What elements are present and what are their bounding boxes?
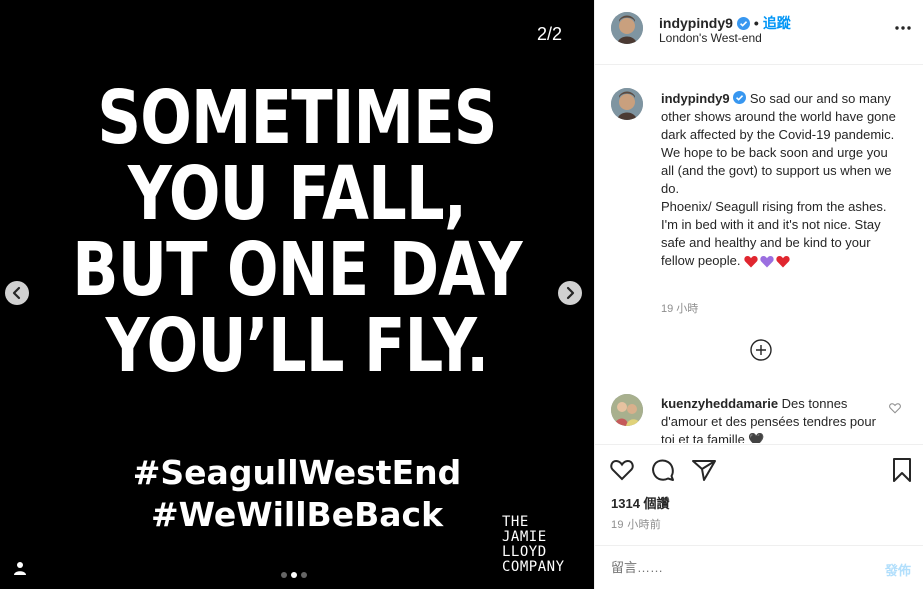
slogan-line: SOMETIMES	[97, 75, 497, 161]
logo-line: LLOYD	[502, 544, 547, 560]
red-heart-icon	[744, 256, 758, 268]
follow-button[interactable]: 追蹤	[763, 13, 791, 33]
location-link[interactable]: London's West-end	[659, 31, 762, 45]
comment-username[interactable]: kuenzyheddamarie	[661, 396, 778, 411]
comment-input[interactable]	[611, 560, 831, 575]
avatar-image	[611, 88, 643, 120]
like-heart-icon[interactable]	[609, 457, 635, 483]
slogan-text: SOMETIMES YOU FALL, BUT ONE DAY YOU’LL F…	[53, 80, 540, 384]
comment-box: 發佈	[595, 545, 923, 590]
slogan-line: YOU FALL,	[127, 151, 467, 237]
caption-text: We hope to be back soon and urge you all…	[661, 145, 892, 196]
caption-username[interactable]: indypindy9	[661, 91, 730, 106]
share-paper-plane-icon[interactable]	[691, 457, 717, 483]
carousel-dots	[281, 572, 307, 578]
logo-line: THE	[502, 514, 529, 530]
avatar[interactable]	[611, 394, 643, 426]
slogan-line: YOU’LL FLY.	[105, 303, 490, 389]
carousel-dot-active	[291, 572, 297, 578]
verified-badge-icon	[733, 91, 747, 104]
slogan-line: BUT ONE DAY	[72, 227, 522, 313]
post-timestamp: 19 小時前	[611, 519, 662, 531]
chevron-left-icon	[12, 286, 21, 300]
post-actions: 1314 個讚 19 小時前 發佈	[595, 444, 923, 587]
avatar[interactable]	[611, 88, 643, 120]
red-heart-icon	[776, 256, 790, 268]
post-caption: indypindy9 So sad our and so many other …	[661, 90, 901, 270]
logo-line: JAMIE	[502, 529, 547, 545]
carousel-dot	[301, 572, 307, 578]
hashtag: #SeagullWestEnd	[132, 453, 462, 492]
username-link[interactable]: indypindy9	[659, 15, 733, 31]
company-logo: THE JAMIE LLOYD COMPANY	[502, 515, 565, 575]
carousel-dot	[281, 572, 287, 578]
user-tag-icon[interactable]	[12, 560, 28, 576]
more-options-icon[interactable]	[893, 18, 913, 38]
bookmark-icon[interactable]	[889, 457, 915, 483]
next-slide-button[interactable]	[558, 281, 582, 305]
load-more-comments-icon[interactable]	[750, 339, 772, 361]
avatar-image	[611, 394, 643, 426]
emoji-hearts	[744, 255, 790, 268]
verified-badge-icon	[736, 16, 750, 30]
caption-timestamp: 19 小時	[661, 303, 699, 315]
comment: kuenzyheddamarie Des tonnes d'amour et d…	[661, 395, 881, 443]
post-comment-button[interactable]: 發佈	[885, 560, 911, 579]
avatar[interactable]	[611, 12, 643, 44]
purple-heart-icon	[760, 256, 774, 268]
post-media: 2/2 SOMETIMES YOU FALL, BUT ONE DAY YOU’…	[0, 0, 594, 589]
avatar-image	[611, 12, 643, 44]
post-sidebar: indypindy9 • 追蹤 London's West-end indypi…	[594, 0, 923, 589]
separator: •	[753, 15, 759, 31]
slide-counter: 2/2	[536, 24, 562, 44]
chevron-right-icon	[566, 286, 575, 300]
previous-slide-button[interactable]	[5, 281, 29, 305]
heart-outline-icon[interactable]	[889, 402, 901, 414]
header-user: indypindy9 • 追蹤	[659, 13, 791, 33]
post-header: indypindy9 • 追蹤 London's West-end	[595, 0, 923, 65]
likes-count[interactable]: 1314 個讚	[611, 493, 670, 512]
logo-line: COMPANY	[502, 559, 565, 575]
comment-bubble-icon[interactable]	[650, 457, 676, 483]
